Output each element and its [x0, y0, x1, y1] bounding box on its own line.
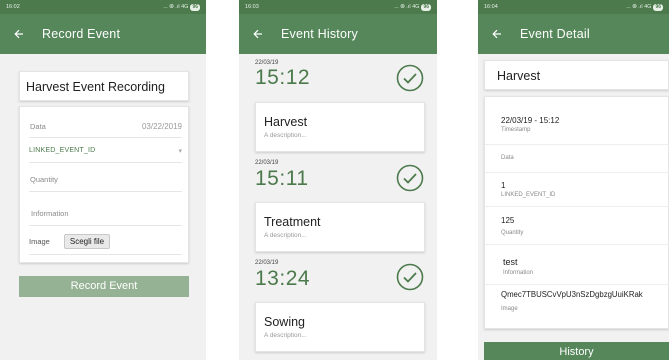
- data-label: Data: [501, 155, 514, 161]
- signal-icons: ... ⦾ .ıl 4G: [163, 4, 189, 10]
- event-title-card: Harvest Event Recording: [19, 71, 189, 101]
- chevron-down-icon[interactable]: ▾: [178, 147, 182, 155]
- event-time: 15:12: [255, 66, 311, 89]
- page-title: Event Detail: [520, 27, 590, 41]
- quantity-label: Quantity: [501, 230, 524, 236]
- record-event-button[interactable]: Record Event: [19, 276, 189, 297]
- app-bar: Event Detail: [478, 14, 669, 54]
- status-time: 16:02: [6, 4, 20, 10]
- event-description: A description...: [264, 232, 307, 239]
- event-time: 15:11: [255, 167, 309, 190]
- detail-row-data: Data: [485, 145, 669, 173]
- status-time: 16:04: [484, 4, 498, 10]
- event-card[interactable]: Sowing A description...: [255, 302, 425, 352]
- data-value[interactable]: 03/22/2019: [142, 122, 182, 131]
- data-field[interactable]: Data 03/22/2019: [29, 115, 182, 138]
- detail-row-linked-event: 1 LINKED_EVENT_ID: [485, 173, 669, 207]
- choose-file-button[interactable]: Scegli file: [63, 233, 111, 249]
- back-arrow-icon[interactable]: [253, 29, 263, 39]
- battery-icon: 96: [190, 3, 200, 11]
- event-title: Harvest Event Recording: [26, 80, 165, 94]
- status-bar: 16:02 ... ⦾ .ıl 4G 96: [0, 0, 206, 14]
- record-form: Data 03/22/2019 LINKED_EVENT_ID ▾ Quanti…: [19, 106, 189, 263]
- back-arrow-icon[interactable]: [492, 29, 502, 39]
- event-date: 22/03/19: [255, 260, 279, 266]
- quantity-placeholder: Quantity: [30, 174, 58, 184]
- detail-row-image: Qmec7TBUSCvVpU3nSzDgbzgUuiKRak Image: [485, 285, 669, 329]
- information-label: Information: [503, 270, 534, 276]
- page-title: Record Event: [42, 27, 121, 41]
- event-name: Harvest: [497, 69, 541, 83]
- timestamp-value: 22/03/19 - 15:12: [501, 116, 560, 125]
- event-name-card: Harvest: [484, 60, 669, 90]
- event-name: Sowing: [264, 315, 305, 329]
- event-detail-screen: 16:04 ... ⦾ .ıl 4G 96 Event Detail Harve…: [478, 0, 669, 360]
- quantity-value: 125: [501, 216, 515, 225]
- event-description: A description...: [264, 332, 307, 339]
- detail-row-quantity: 125 Quantity: [485, 207, 669, 245]
- event-name: Treatment: [264, 215, 321, 229]
- status-time: 16:03: [245, 4, 259, 10]
- check-circle-icon: [396, 164, 424, 192]
- event-card[interactable]: Harvest A description...: [255, 102, 425, 152]
- record-event-screen: 16:02 ... ⦾ .ıl 4G 96 Record Event Harve…: [0, 0, 206, 360]
- battery-icon: 96: [653, 3, 663, 11]
- linked-event-select[interactable]: LINKED_EVENT_ID ▾: [29, 139, 182, 163]
- app-bar: Event History: [239, 14, 437, 54]
- event-date: 22/03/19: [255, 160, 279, 166]
- linked-event-label: LINKED_EVENT_ID: [501, 192, 556, 198]
- image-value: Qmec7TBUSCvVpU3nSzDgbzgUuiKRak: [501, 290, 643, 299]
- timestamp-label: Timestamp: [501, 127, 531, 133]
- check-circle-icon: [396, 263, 424, 291]
- information-placeholder: Information: [31, 209, 69, 218]
- history-button[interactable]: History: [484, 342, 669, 360]
- signal-icons: ... ⦾ .ıl 4G: [394, 4, 420, 10]
- image-label: Image: [29, 236, 50, 246]
- back-arrow-icon[interactable]: [14, 29, 24, 39]
- linked-event-label: LINKED_EVENT_ID: [29, 147, 96, 154]
- image-label: Image: [501, 306, 518, 312]
- event-detail-card: 22/03/19 - 15:12 Timestamp Data 1 LINKED…: [484, 96, 669, 329]
- event-name: Harvest: [264, 115, 308, 129]
- app-bar: Record Event: [0, 14, 206, 54]
- detail-row-information: test Information: [485, 245, 669, 285]
- battery-icon: 96: [421, 3, 431, 11]
- data-label: Data: [30, 121, 46, 131]
- check-circle-icon: [396, 64, 424, 92]
- event-time: 13:24: [255, 267, 311, 290]
- image-field: Image Scegli file: [29, 228, 182, 255]
- quantity-input[interactable]: Quantity: [29, 167, 182, 192]
- linked-event-value: 1: [501, 181, 506, 190]
- event-description: A description...: [264, 132, 307, 139]
- event-card[interactable]: Treatment A description...: [255, 202, 425, 252]
- detail-row-timestamp: 22/03/19 - 15:12 Timestamp: [485, 97, 669, 145]
- information-input[interactable]: Information: [29, 202, 182, 226]
- signal-icons: ... ⦾ .ıl 4G: [626, 4, 652, 10]
- information-value: test: [503, 257, 518, 267]
- status-bar: 16:04 ... ⦾ .ıl 4G 96: [478, 0, 669, 14]
- status-bar: 16:03 ... ⦾ .ıl 4G 96: [239, 0, 437, 14]
- event-history-screen: 16:03 ... ⦾ .ıl 4G 96 Event History 22/0…: [239, 0, 437, 360]
- page-title: Event History: [281, 27, 358, 41]
